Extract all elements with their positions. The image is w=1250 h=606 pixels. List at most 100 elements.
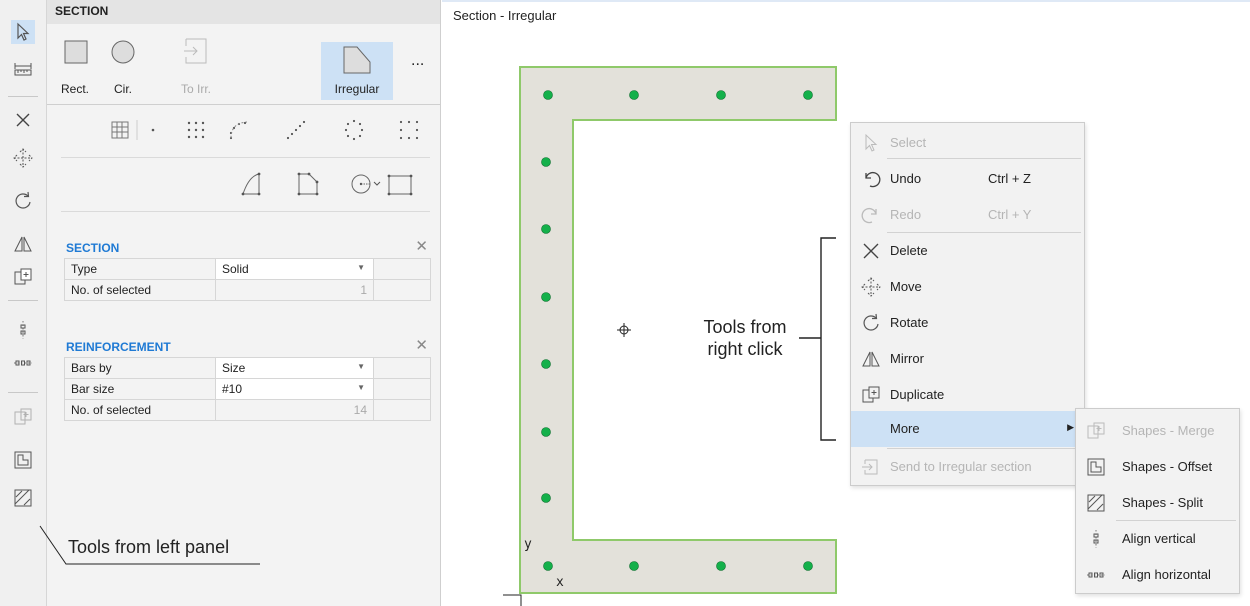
grid-points-icon: [187, 121, 205, 139]
delete-tool-icon[interactable]: [11, 108, 35, 132]
rect-points-icon: [399, 120, 419, 140]
bar-size-select[interactable]: #10 ▼: [215, 378, 374, 400]
menu-item-undo[interactable]: Undo Ctrl + Z: [851, 161, 1084, 197]
menu-item-move[interactable]: Move: [851, 269, 1084, 305]
irregular-button[interactable]: Irregular: [321, 42, 393, 100]
align-horizontal-icon: [1087, 572, 1105, 578]
axis-x-label: x: [556, 575, 564, 590]
split-tool-icon[interactable]: [11, 486, 35, 510]
bars-by-select[interactable]: Size ▼: [215, 357, 374, 379]
chevron-down-icon: ▼: [357, 362, 365, 371]
submenu-item-split[interactable]: Shapes - Split: [1076, 485, 1239, 521]
table-row: Bar size #10 ▼: [64, 378, 431, 400]
move-tool-icon[interactable]: [11, 146, 35, 170]
undo-icon: [865, 171, 881, 188]
no-selected-label: No. of selected: [64, 399, 216, 421]
type-label: Type: [64, 258, 216, 280]
irregular-button-label: Irregular: [334, 82, 380, 96]
offset-icon: [1087, 458, 1105, 476]
duplicate-icon: [862, 386, 880, 403]
offset-tool-icon[interactable]: [11, 448, 35, 472]
more-shapes-button[interactable]: ...: [411, 52, 424, 70]
right-click-annotation: Tools from right click: [690, 316, 800, 360]
right-click-annotation-line2: right click: [707, 339, 783, 359]
merge-tool-icon[interactable]: [11, 405, 35, 429]
menu-item-rotate[interactable]: Rotate: [851, 305, 1084, 341]
reinforcement-props-close-icon[interactable]: ✕: [415, 336, 428, 354]
menu-item-more[interactable]: More ▶: [851, 411, 1084, 447]
table-icon: [111, 121, 129, 139]
chevron-down-icon: ▼: [357, 383, 365, 392]
align-horizontal-tool-icon[interactable]: [11, 351, 35, 375]
submenu-item-offset[interactable]: Shapes - Offset: [1076, 449, 1239, 485]
merge-icon: [1087, 422, 1105, 439]
arc-points-icon: [229, 121, 248, 140]
bars-by-value: Size: [222, 361, 246, 375]
context-menu: Select Undo Ctrl + Z Redo Ctrl + Y Delet…: [850, 122, 1085, 486]
mirror-tool-icon[interactable]: [11, 232, 35, 256]
mirror-icon: [862, 351, 880, 367]
no-selected-label: No. of selected: [64, 279, 216, 301]
rect-button[interactable]: Rect.: [53, 40, 97, 102]
to-irregular-label: To Irr.: [180, 82, 211, 96]
more-submenu: Shapes - Merge Shapes - Offset Shapes - …: [1075, 408, 1240, 594]
left-panel-annotation: Tools from left panel: [68, 537, 230, 557]
menu-item-send-to-irregular[interactable]: Send to Irregular section: [851, 449, 1084, 485]
no-selected-value: 14: [215, 399, 374, 421]
chevron-right-icon: ▶: [1067, 422, 1074, 432]
rotate-icon: [863, 313, 879, 331]
table-row: Bars by Size ▼: [64, 357, 431, 379]
polygon-shape-icon: [241, 172, 261, 196]
type-value: Solid: [222, 262, 249, 276]
point-icon: [151, 128, 155, 132]
align-vertical-icon: [1093, 530, 1099, 548]
chevron-down-icon: ▼: [357, 263, 365, 272]
section-props-table: Type Solid ▼ No. of selected 1: [64, 258, 431, 301]
circle-shape-dropdown-icon: [351, 174, 381, 194]
menu-item-select[interactable]: Select: [851, 125, 1084, 161]
section-panel: SECTION Rect. Cir. To Irr. Irregular ...: [47, 0, 441, 606]
align-vertical-tool-icon[interactable]: [11, 318, 35, 342]
line-points-icon: [286, 120, 306, 140]
dimension-tool-icon[interactable]: [11, 58, 35, 82]
to-irregular-button[interactable]: To Irr.: [173, 38, 219, 102]
submenu-item-align-horizontal[interactable]: Align horizontal: [1076, 557, 1239, 593]
circle-button[interactable]: Cir.: [103, 40, 143, 102]
rotate-tool-icon[interactable]: [11, 189, 35, 213]
irregular-shape-icon: [297, 172, 319, 196]
circle-points-icon: [344, 119, 364, 141]
left-tool-strip: [0, 0, 47, 606]
table-row: Type Solid ▼: [64, 258, 431, 280]
axis-y-label: y: [524, 537, 532, 552]
reinforcement-props-heading: REINFORCEMENT: [66, 340, 171, 354]
split-icon: [1087, 494, 1105, 512]
type-select[interactable]: Solid ▼: [215, 258, 374, 280]
reinforcement-props-table: Bars by Size ▼ Bar size #10 ▼ No. of selec…: [64, 357, 431, 421]
redo-icon: [861, 207, 877, 224]
circle-button-label: Cir.: [114, 82, 132, 96]
rect-button-label: Rect.: [60, 82, 89, 96]
rectangle-shape-icon: [387, 174, 413, 196]
move-icon: [861, 277, 881, 297]
select-tool-icon[interactable]: [11, 20, 35, 44]
menu-item-duplicate[interactable]: Duplicate: [851, 377, 1084, 413]
menu-item-mirror[interactable]: Mirror: [851, 341, 1084, 377]
cursor-icon: [865, 133, 878, 152]
bar-size-label: Bar size: [64, 378, 216, 400]
duplicate-tool-icon[interactable]: [11, 265, 35, 289]
no-selected-value: 1: [215, 279, 374, 301]
menu-item-redo[interactable]: Redo Ctrl + Y: [851, 197, 1084, 233]
section-props-close-icon[interactable]: ✕: [415, 237, 428, 255]
centroid-marker: [617, 323, 631, 337]
send-to-irregular-icon: [862, 459, 878, 475]
menu-item-delete[interactable]: Delete: [851, 233, 1084, 269]
table-row: No. of selected 1: [64, 279, 431, 301]
submenu-item-merge[interactable]: Shapes - Merge: [1076, 413, 1239, 449]
drawing-tools-row: [111, 119, 419, 141]
submenu-item-align-vertical[interactable]: Align vertical: [1076, 521, 1239, 557]
bar-size-value: #10: [222, 382, 243, 396]
shape-tools-row: [241, 172, 413, 196]
section-props-heading: SECTION: [66, 241, 120, 255]
table-row: No. of selected 14: [64, 399, 431, 421]
right-click-annotation-line1: Tools from: [703, 317, 787, 337]
